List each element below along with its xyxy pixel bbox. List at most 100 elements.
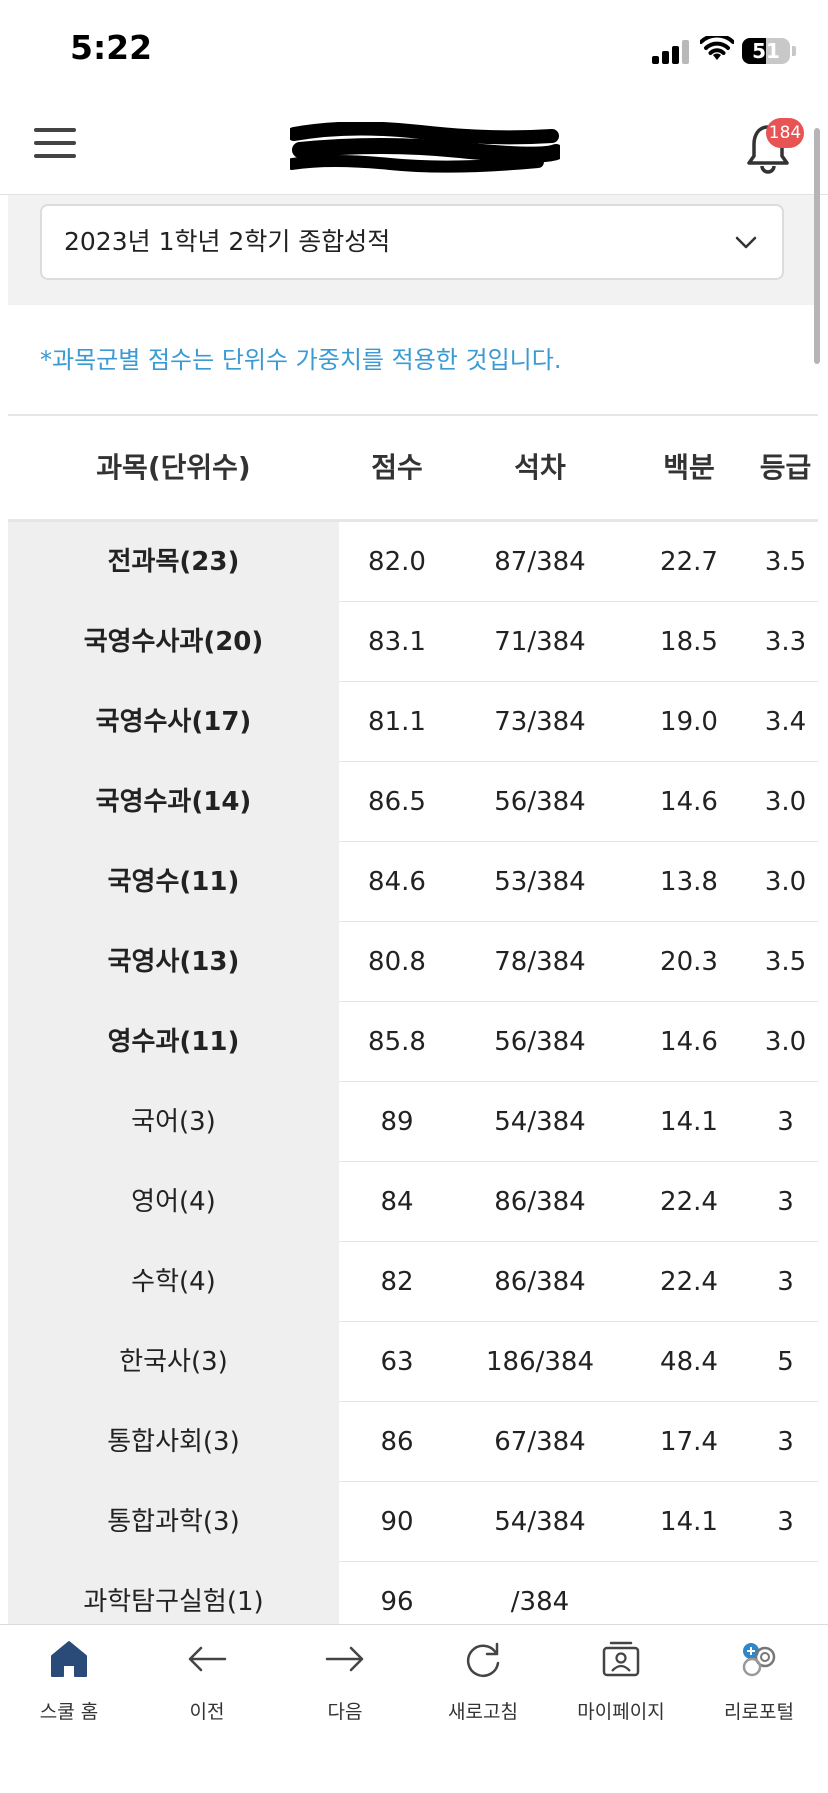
refresh-icon (466, 1642, 500, 1677)
nav-label: 새로고침 (448, 1701, 518, 1723)
redacted-school-name (290, 122, 560, 173)
scrollbar[interactable] (814, 128, 820, 364)
cell-percentile: 14.6 (660, 787, 718, 817)
cell-score: 63 (380, 1347, 414, 1377)
portal-icon (742, 1643, 776, 1677)
table-row: 국영수사과(20) 83.1 71/384 18.5 3.3 (8, 602, 818, 682)
grades-table: 과목(단위수) 점수 석차 백분 등급 전과목(23) 82.0 87/384 22.… (8, 414, 818, 1642)
table-row: 한국사(3) 63 186/384 48.4 5 (8, 1322, 818, 1402)
menu-icon[interactable] (34, 126, 76, 160)
app-header (0, 100, 828, 195)
cell-percentile: 22.7 (660, 547, 718, 577)
cell-score: 90 (380, 1507, 414, 1537)
notification-badge: 184 (766, 118, 804, 148)
cell-subject: 국영수사(17) (8, 682, 339, 762)
cell-rank: 78/384 (494, 947, 586, 977)
cell-subject: 국영수과(14) (8, 762, 339, 842)
table-body: 전과목(23) 82.0 87/384 22.7 3.5 국영수사과(20) 83.1 71/… (8, 522, 818, 1642)
nav-back[interactable]: 이전 (138, 1625, 276, 1745)
header-grade: 등급 (759, 451, 812, 484)
table-row: 전과목(23) 82.0 87/384 22.7 3.5 (8, 522, 818, 602)
cell-rank: 56/384 (494, 1027, 586, 1057)
cell-score: 84 (380, 1187, 414, 1217)
filter-area: 2023년 1학년 2학기 종합성적 (8, 195, 820, 305)
cell-grade: 3.5 (764, 947, 807, 977)
cell-subject: 영어(4) (8, 1162, 339, 1242)
cell-grade: 3 (777, 1427, 794, 1457)
cell-rank: 67/384 (494, 1427, 586, 1457)
cell-subject: 국영사(13) (8, 922, 339, 1002)
table-row: 국영사(13) 80.8 78/384 20.3 3.5 (8, 922, 818, 1002)
cell-score: 82 (380, 1267, 414, 1297)
cell-subject: 통합과학(3) (8, 1482, 339, 1562)
weighting-note: *과목군별 점수는 단위수 가중치를 적용한 것입니다. (40, 346, 562, 374)
cell-score: 89 (380, 1107, 414, 1137)
nav-label: 마이페이지 (577, 1701, 665, 1723)
nav-label: 스쿨 홈 (39, 1701, 99, 1723)
table-row: 수학(4) 82 86/384 22.4 3 (8, 1242, 818, 1322)
nav-riro-portal[interactable]: 리로포털 (690, 1625, 828, 1745)
nav-label: 이전 (189, 1701, 225, 1723)
cell-percentile: 14.1 (660, 1507, 718, 1537)
nav-forward[interactable]: 다음 (276, 1625, 414, 1745)
cell-percentile: 22.4 (660, 1187, 718, 1217)
cell-subject: 국어(3) (8, 1082, 339, 1162)
cell-score: 83.1 (368, 627, 426, 657)
cell-grade: 3.0 (764, 787, 807, 817)
cell-grade: 3.0 (764, 1027, 807, 1057)
wifi-icon (700, 36, 734, 60)
header-subject: 과목(단위수) (96, 451, 251, 484)
cell-percentile: 13.8 (660, 867, 718, 897)
cell-percentile: 14.6 (660, 1027, 718, 1057)
cell-score: 84.6 (368, 867, 426, 897)
battery-icon: 51 (742, 38, 790, 64)
cell-score: 81.1 (368, 707, 426, 737)
cell-percentile: 20.3 (660, 947, 718, 977)
cell-rank: 73/384 (494, 707, 586, 737)
header-rank: 석차 (514, 451, 566, 484)
term-select[interactable]: 2023년 1학년 2학기 종합성적 (40, 204, 784, 280)
nav-refresh[interactable]: 새로고침 (414, 1625, 552, 1745)
cell-rank: 71/384 (494, 627, 586, 657)
cell-grade: 3.5 (764, 547, 807, 577)
cell-rank: 54/384 (494, 1107, 586, 1137)
table-row: 통합사회(3) 86 67/384 17.4 3 (8, 1402, 818, 1482)
status-time: 5:22 (70, 28, 153, 67)
cell-rank: 86/384 (494, 1187, 586, 1217)
header-percentile: 백분 (663, 451, 715, 484)
cell-grade: 5 (777, 1347, 794, 1377)
cell-rank: 86/384 (494, 1267, 586, 1297)
cell-score: 82.0 (368, 547, 426, 577)
cell-subject: 영수과(11) (8, 1002, 339, 1082)
cell-subject: 국영수사과(20) (8, 602, 339, 682)
cell-grade: 3 (777, 1507, 794, 1537)
cell-score: 85.8 (368, 1027, 426, 1057)
cellular-signal-icon (652, 40, 692, 64)
home-icon (51, 1641, 87, 1677)
arrow-left-icon (188, 1646, 227, 1672)
table-row: 영수과(11) 85.8 56/384 14.6 3.0 (8, 1002, 818, 1082)
header-score: 점수 (371, 451, 423, 484)
table-row: 국영수사(17) 81.1 73/384 19.0 3.4 (8, 682, 818, 762)
profile-card-icon (602, 1641, 640, 1677)
cell-score: 86.5 (368, 787, 426, 817)
cell-rank: 54/384 (494, 1507, 586, 1537)
bottom-nav: 스쿨 홈 이전 다음 새로고침 마이페이지 리로포털 (0, 1624, 828, 1793)
arrow-right-icon (325, 1646, 364, 1672)
cell-grade: 3 (777, 1107, 794, 1137)
nav-label: 리로포털 (724, 1701, 794, 1723)
status-bar: 5:22 51 (0, 0, 828, 100)
nav-mypage[interactable]: 마이페이지 (552, 1625, 690, 1745)
cell-score: 80.8 (368, 947, 426, 977)
nav-label: 다음 (327, 1701, 363, 1723)
cell-subject: 전과목(23) (8, 522, 339, 602)
cell-grade: 3 (777, 1187, 794, 1217)
cell-percentile: 17.4 (660, 1427, 718, 1457)
table-header: 과목(단위수) 점수 석차 백분 등급 (8, 414, 818, 522)
cell-rank: 186/384 (485, 1347, 594, 1377)
cell-score: 86 (380, 1427, 414, 1457)
term-select-value: 2023년 1학년 2학기 종합성적 (64, 227, 391, 256)
cell-percentile: 22.4 (660, 1267, 718, 1297)
table-row: 국영수과(14) 86.5 56/384 14.6 3.0 (8, 762, 818, 842)
nav-school-home[interactable]: 스쿨 홈 (0, 1625, 138, 1745)
